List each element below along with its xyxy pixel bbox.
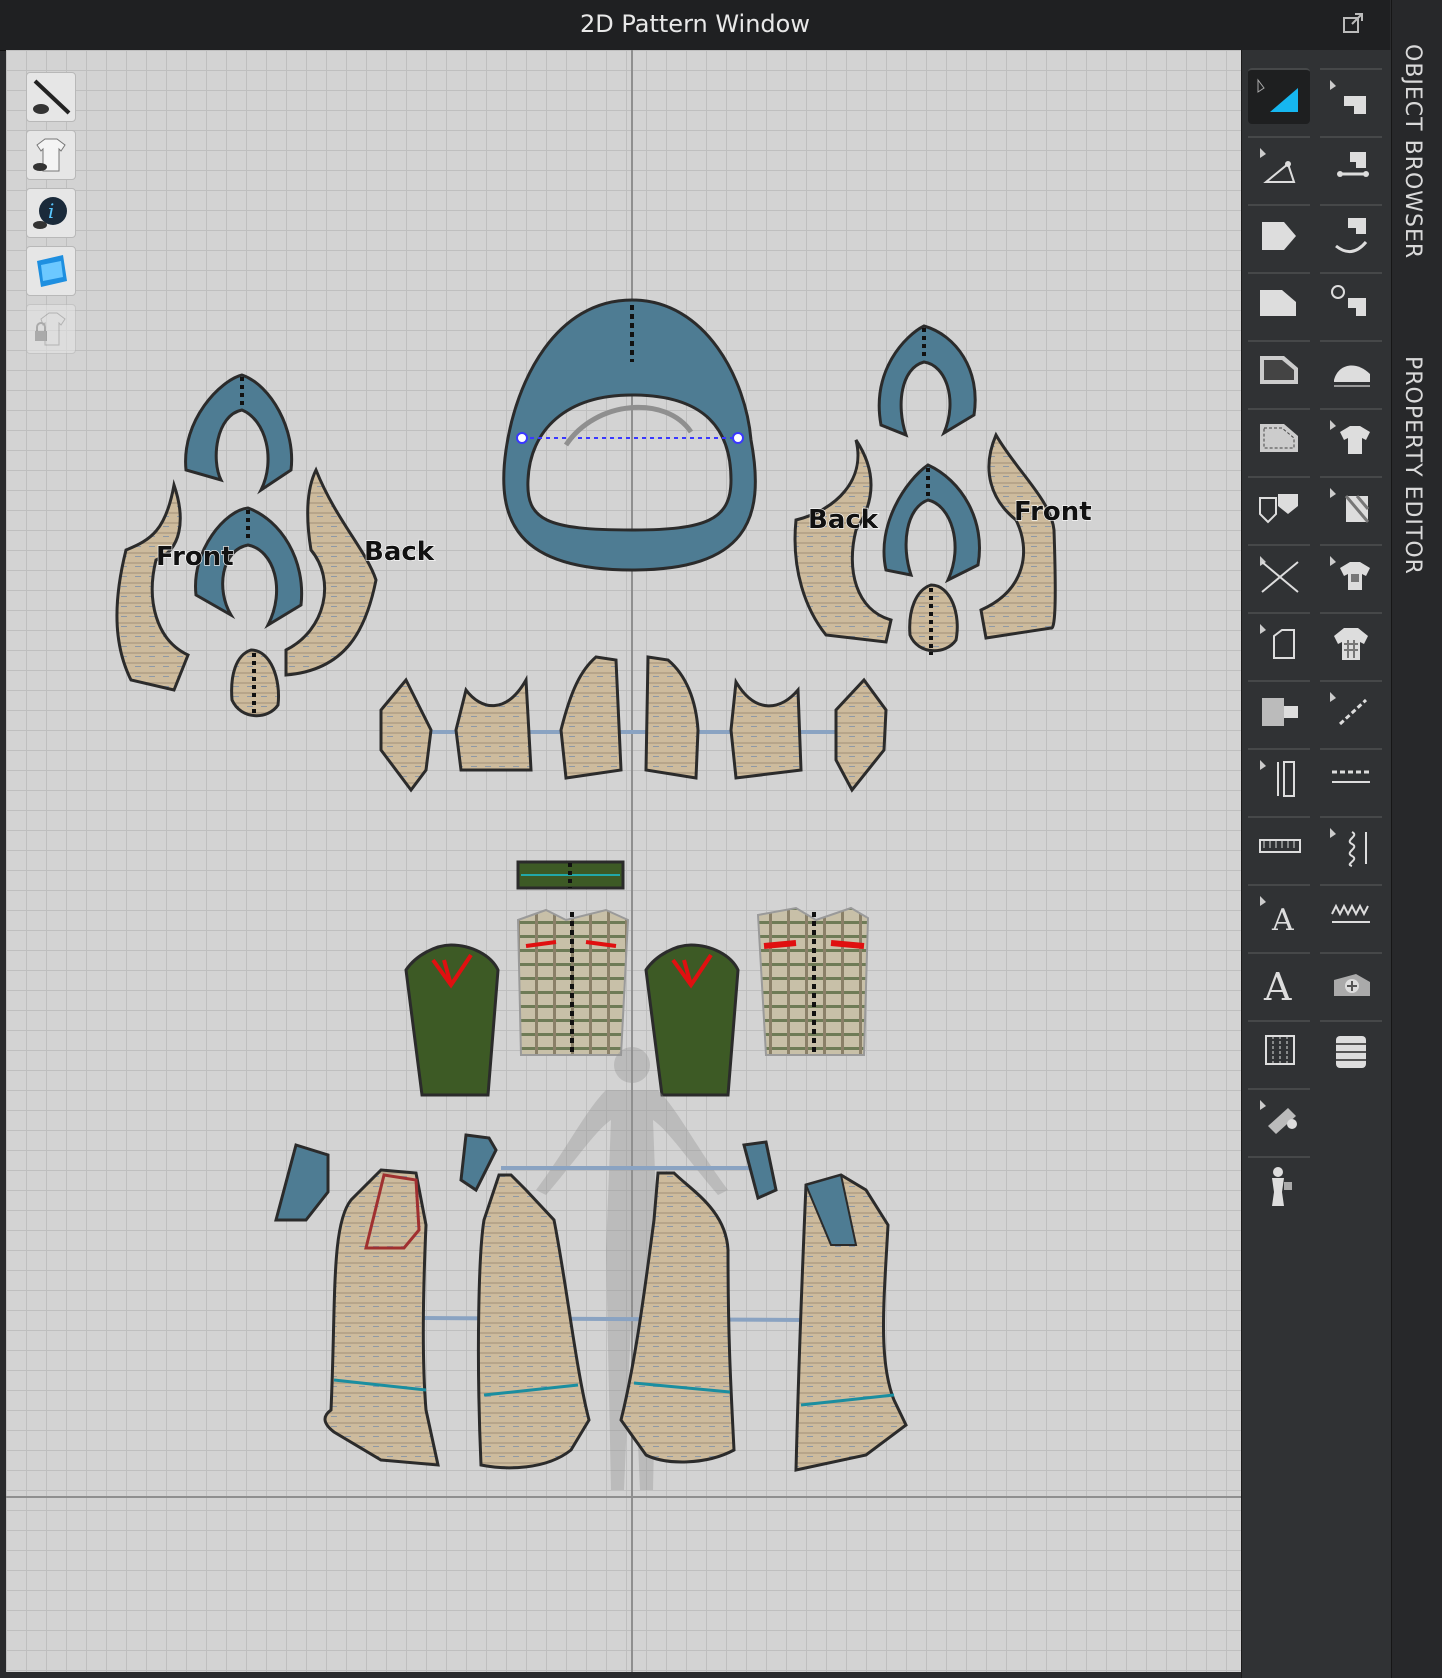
stitch-line-icon[interactable] bbox=[1320, 748, 1382, 804]
tape-measure-icon[interactable] bbox=[1248, 816, 1310, 872]
left-sleeve-group[interactable]: Front Back bbox=[115, 373, 435, 718]
check-sewing-icon[interactable] bbox=[1320, 272, 1382, 328]
window-title: 2D Pattern Window bbox=[580, 10, 810, 38]
pattern-canvas[interactable]: Front Back Back Front i bbox=[6, 50, 1241, 1672]
check-pattern-icon[interactable] bbox=[1320, 612, 1382, 668]
right-sleeve-group[interactable]: Back Front bbox=[793, 324, 1092, 655]
curved-sewing-icon[interactable] bbox=[1320, 204, 1382, 260]
texture-edit-icon[interactable] bbox=[1320, 476, 1382, 532]
avatar-measure-icon[interactable] bbox=[1248, 1156, 1310, 1212]
transform-pattern-icon[interactable] bbox=[1248, 68, 1310, 124]
internal-rectangle-icon[interactable] bbox=[1248, 408, 1310, 464]
polygon-icon[interactable] bbox=[1248, 204, 1310, 260]
topstitch-icon[interactable] bbox=[1320, 680, 1382, 736]
pins-tool-icon[interactable] bbox=[1248, 1088, 1310, 1144]
steam-icon[interactable] bbox=[1320, 340, 1382, 396]
text-tool-icon[interactable]: A bbox=[1248, 884, 1310, 940]
show-texture-icon[interactable] bbox=[26, 246, 76, 296]
title-bar: 2D Pattern Window bbox=[0, 0, 1390, 51]
pattern-artwork: Front Back Back Front bbox=[6, 50, 1241, 1672]
tool-panel: A A bbox=[1241, 50, 1392, 1678]
popout-icon[interactable] bbox=[1342, 12, 1364, 34]
rectangle-icon[interactable] bbox=[1248, 272, 1310, 328]
middle-row-pieces[interactable] bbox=[379, 655, 888, 793]
fit-garment-icon[interactable] bbox=[1320, 408, 1382, 464]
left-back-label: Back bbox=[364, 537, 435, 567]
dart-icon[interactable] bbox=[1248, 476, 1310, 532]
show-baseline-icon[interactable] bbox=[26, 72, 76, 122]
sewing-tape-icon[interactable] bbox=[1248, 680, 1310, 736]
puckering-icon[interactable] bbox=[1320, 1020, 1382, 1076]
edit-point-line-icon[interactable] bbox=[1248, 136, 1310, 192]
ruler-icon[interactable] bbox=[1248, 748, 1310, 804]
text-style-icon[interactable]: A bbox=[1248, 952, 1310, 1008]
right-back-label: Back bbox=[808, 505, 879, 535]
bottom-row-pieces[interactable] bbox=[274, 1133, 908, 1472]
elastic-icon[interactable] bbox=[1320, 816, 1382, 872]
button-icon[interactable] bbox=[1320, 952, 1382, 1008]
internal-polygon-icon[interactable] bbox=[1248, 340, 1310, 396]
tool-column-left: A A bbox=[1248, 68, 1314, 1224]
lock-pattern-icon[interactable] bbox=[26, 304, 76, 354]
show-pattern-icon[interactable] bbox=[26, 130, 76, 180]
svg-text:i: i bbox=[48, 199, 54, 223]
show-info-icon[interactable]: i bbox=[26, 188, 76, 238]
svg-text:A: A bbox=[1263, 965, 1292, 1004]
svg-text:A: A bbox=[1271, 903, 1294, 936]
right-sidebar: OBJECT BROWSER PROPERTY EDITOR bbox=[1391, 0, 1442, 1678]
object-browser-tab[interactable]: OBJECT BROWSER bbox=[1400, 44, 1425, 259]
collar-piece[interactable] bbox=[502, 298, 757, 572]
left-toolbar: i bbox=[26, 72, 78, 362]
graphic-icon[interactable] bbox=[1320, 544, 1382, 600]
segment-sewing-icon[interactable] bbox=[1320, 68, 1382, 124]
tool-column-right bbox=[1320, 68, 1386, 1088]
right-front-label: Front bbox=[1014, 497, 1092, 527]
zigzag-stitch-icon[interactable] bbox=[1320, 884, 1382, 940]
app-window: 2D Pattern Window Front Back Back Front … bbox=[0, 0, 1442, 1678]
free-sewing-icon[interactable] bbox=[1320, 136, 1382, 192]
grid-icon[interactable] bbox=[1248, 1020, 1310, 1076]
fold-icon[interactable] bbox=[1248, 612, 1310, 668]
left-front-label: Front bbox=[156, 542, 234, 572]
property-editor-tab[interactable]: PROPERTY EDITOR bbox=[1400, 356, 1425, 575]
cut-line-icon[interactable] bbox=[1248, 544, 1310, 600]
